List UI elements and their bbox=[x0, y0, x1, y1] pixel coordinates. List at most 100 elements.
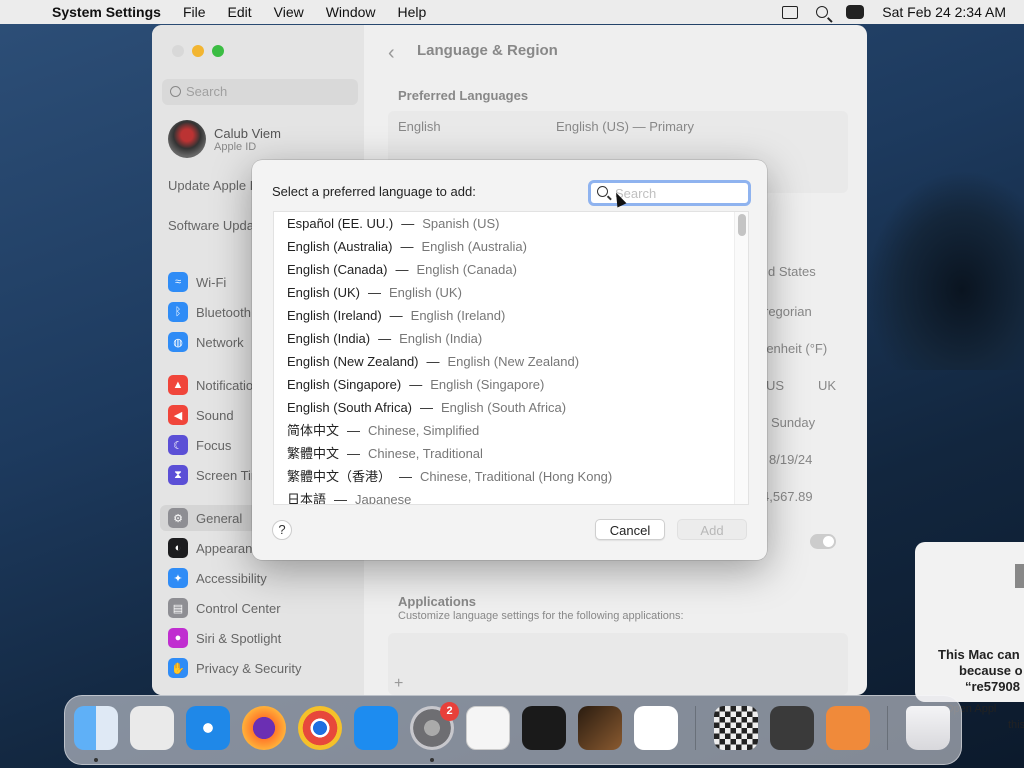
list-item[interactable]: English (Singapore) — English (Singapore) bbox=[287, 373, 544, 396]
firefox-icon[interactable] bbox=[242, 706, 286, 750]
measurement-uk-radio[interactable]: UK bbox=[818, 378, 836, 393]
language-list[interactable]: Español (EE. UU.) — Spanish (US) English (… bbox=[273, 211, 749, 505]
zoom-button[interactable] bbox=[212, 45, 224, 57]
finder-icon[interactable] bbox=[74, 706, 118, 750]
control-center-icon[interactable] bbox=[846, 5, 865, 19]
user-apple-id-label: Apple ID bbox=[214, 140, 257, 153]
list-item[interactable]: English (India) — English (India) bbox=[287, 327, 482, 350]
bell-icon: ▲ bbox=[168, 375, 188, 395]
menu-file[interactable]: File bbox=[183, 4, 206, 20]
menu-edit[interactable]: Edit bbox=[228, 4, 252, 20]
preferred-language-name[interactable]: English bbox=[398, 119, 441, 134]
menu-view[interactable]: View bbox=[274, 4, 304, 20]
sidebar-item-siri-spotlight[interactable]: ● Siri & Spotlight bbox=[168, 627, 281, 649]
preferred-languages-header: Preferred Languages bbox=[398, 88, 529, 103]
close-button[interactable] bbox=[172, 45, 184, 57]
bluetooth-icon: ᛒ bbox=[168, 302, 188, 322]
sidebar-item-focus[interactable]: ☾ Focus bbox=[168, 434, 231, 456]
wallpaper-rock bbox=[866, 170, 1024, 370]
chrome-icon[interactable] bbox=[298, 706, 342, 750]
app-store-icon[interactable] bbox=[354, 706, 398, 750]
sidebar-item-sound[interactable]: ◀ Sound bbox=[168, 404, 234, 426]
applications-subtitle: Customize language settings for the foll… bbox=[398, 610, 684, 622]
list-item[interactable]: 简体中文 — Chinese, Simplified bbox=[287, 419, 479, 442]
garageband-icon[interactable] bbox=[578, 706, 622, 750]
live-text-toggle[interactable] bbox=[810, 534, 836, 549]
number-format-value[interactable]: 4,567.89 bbox=[762, 489, 813, 504]
safari-icon[interactable] bbox=[186, 706, 230, 750]
menu-app-name[interactable]: System Settings bbox=[52, 4, 161, 20]
applications-list bbox=[388, 633, 848, 695]
region-value[interactable]: d States bbox=[768, 264, 816, 279]
menu-help[interactable]: Help bbox=[398, 4, 427, 20]
menu-bar: System Settings File Edit View Window He… bbox=[0, 0, 1024, 24]
globe-icon: ◍ bbox=[168, 332, 188, 352]
sidebar-item-accessibility[interactable]: ✦ Accessibility bbox=[168, 567, 267, 589]
language-search-input[interactable] bbox=[615, 184, 740, 202]
running-indicator bbox=[94, 758, 98, 762]
wifi-icon: ≈ bbox=[168, 272, 188, 292]
language-list-scroll-track[interactable] bbox=[734, 212, 748, 504]
macbook-icon[interactable] bbox=[826, 706, 870, 750]
user-name: Calub Viem bbox=[214, 125, 281, 141]
list-item[interactable]: English (South Africa) — English (South Af… bbox=[287, 396, 566, 419]
list-item[interactable]: English (Australia) — English (Australia) bbox=[287, 235, 527, 258]
textedit-icon[interactable] bbox=[466, 706, 510, 750]
add-language-prompt: Select a preferred language to add: bbox=[272, 184, 476, 199]
vscode-icon[interactable] bbox=[634, 706, 678, 750]
siri-icon: ● bbox=[168, 628, 188, 648]
dock-separator bbox=[695, 706, 696, 750]
apple-id-account[interactable]: Calub Viem Apple ID bbox=[168, 120, 281, 158]
cancel-button[interactable]: Cancel bbox=[595, 519, 665, 540]
sidebar-item-bluetooth[interactable]: ᛒ Bluetooth bbox=[168, 301, 251, 323]
language-list-scrollbar[interactable] bbox=[738, 214, 746, 236]
screenshot-icon[interactable] bbox=[770, 706, 814, 750]
date-format-value[interactable]: 8/19/24 bbox=[769, 452, 812, 467]
moon-icon: ☾ bbox=[168, 435, 188, 455]
list-item[interactable]: English (Ireland) — English (Ireland) bbox=[287, 304, 505, 327]
add-language-sheet: Select a preferred language to add: Espa… bbox=[252, 160, 767, 560]
list-item[interactable]: 日本語 — Japanese bbox=[287, 488, 411, 504]
menu-window[interactable]: Window bbox=[326, 4, 376, 20]
terminal-icon[interactable] bbox=[522, 706, 566, 750]
preferred-language-detail: English (US) — Primary bbox=[556, 119, 694, 134]
sidebar-item-control-center[interactable]: ▤ Control Center bbox=[168, 597, 281, 619]
chess-icon[interactable] bbox=[714, 706, 758, 750]
avatar bbox=[168, 120, 206, 158]
sidebar-search-input[interactable]: Search bbox=[162, 79, 358, 105]
sidebar-item-wifi[interactable]: ≈ Wi-Fi bbox=[168, 271, 226, 293]
minimize-button[interactable] bbox=[192, 45, 204, 57]
add-button[interactable]: Add bbox=[677, 519, 747, 540]
settings-notification-badge: 2 bbox=[440, 702, 459, 721]
appearance-icon: ◐ bbox=[168, 538, 188, 558]
help-button[interactable]: ? bbox=[272, 520, 292, 540]
sidebar-item-privacy-security[interactable]: ✋ Privacy & Security bbox=[168, 657, 301, 679]
add-application-button[interactable]: + bbox=[394, 675, 403, 693]
launchpad-icon[interactable] bbox=[130, 706, 174, 750]
calendar-value[interactable]: regorian bbox=[764, 304, 812, 319]
temperature-value[interactable]: renheit (°F) bbox=[762, 341, 827, 356]
list-item[interactable]: Español (EE. UU.) — Spanish (US) bbox=[287, 212, 500, 235]
control-center-icon: ▤ bbox=[168, 598, 188, 618]
applications-header: Applications bbox=[398, 594, 477, 609]
window-controls bbox=[172, 45, 224, 57]
menu-clock[interactable]: Sat Feb 24 2:34 AM bbox=[882, 4, 1006, 20]
list-item[interactable]: 繁體中文（香港） — Chinese, Traditional (Hong Kong… bbox=[287, 465, 612, 488]
accessibility-icon: ✦ bbox=[168, 568, 188, 588]
dock bbox=[64, 695, 962, 765]
hourglass-icon: ⧗ bbox=[168, 465, 188, 485]
hand-icon: ✋ bbox=[168, 658, 188, 678]
speaker-icon: ◀ bbox=[168, 405, 188, 425]
list-item[interactable]: English (UK) — English (UK) bbox=[287, 281, 462, 304]
sidebar-item-network[interactable]: ◍ Network bbox=[168, 331, 244, 353]
list-item[interactable]: 繁體中文 — Chinese, Traditional bbox=[287, 442, 483, 465]
screen-mirroring-icon[interactable] bbox=[782, 5, 799, 19]
first-day-value[interactable]: Sunday bbox=[771, 415, 815, 430]
list-item[interactable]: English (New Zealand) — English (New Zeala… bbox=[287, 350, 579, 373]
measurement-us-radio[interactable]: US bbox=[766, 378, 784, 393]
back-chevron-icon[interactable]: ‹ bbox=[388, 42, 395, 65]
spotlight-search-icon[interactable] bbox=[816, 6, 829, 18]
list-item[interactable]: English (Canada) — English (Canada) bbox=[287, 258, 517, 281]
trash-icon[interactable] bbox=[906, 706, 950, 750]
security-alert-notification[interactable]: This Mac can because o “re57908 Open App… bbox=[915, 542, 1024, 731]
